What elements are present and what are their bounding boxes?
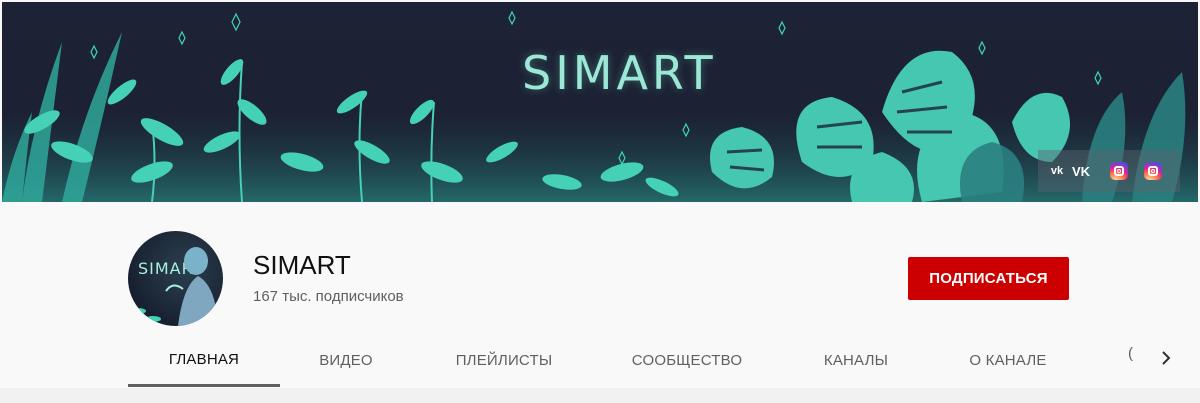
channel-banner: SIMART vk VK xyxy=(2,2,1198,202)
vk-link-label: VK xyxy=(1072,163,1091,179)
tab-search-clipped[interactable]: ( xyxy=(1128,345,1140,371)
tab-videos[interactable]: ВИДЕО xyxy=(288,335,404,385)
channel-tabs: ГЛАВНАЯ ВИДЕО ПЛЕЙЛИСТЫ СООБЩЕСТВО КАНАЛ… xyxy=(128,335,1128,387)
tab-playlists[interactable]: ПЛЕЙЛИСТЫ xyxy=(426,335,582,385)
instagram-icon[interactable] xyxy=(1110,162,1129,180)
content-area-divider xyxy=(0,388,1200,403)
subscriber-count: 167 тыс. подписчиков xyxy=(253,288,404,305)
avatar[interactable]: SIMART xyxy=(128,231,223,326)
banner-foliage-art xyxy=(2,10,1198,202)
vk-icon: vk xyxy=(1050,165,1064,177)
chevron-right-icon[interactable] xyxy=(1155,345,1177,371)
tab-community[interactable]: СООБЩЕСТВО xyxy=(606,335,768,385)
vk-link[interactable]: vk VK xyxy=(1048,162,1090,180)
subscribe-button[interactable]: ПОДПИСАТЬСЯ xyxy=(908,257,1069,300)
instagram-icon[interactable] xyxy=(1144,162,1163,180)
tab-channels[interactable]: КАНАЛЫ xyxy=(792,335,920,385)
tab-about[interactable]: О КАНАЛЕ xyxy=(944,335,1072,385)
tab-home[interactable]: ГЛАВНАЯ xyxy=(128,335,280,387)
channel-name: SIMART xyxy=(253,250,351,280)
avatar-illustration xyxy=(130,247,218,326)
banner-title: SIMART xyxy=(522,46,717,100)
social-links: vk VK xyxy=(1038,150,1180,192)
